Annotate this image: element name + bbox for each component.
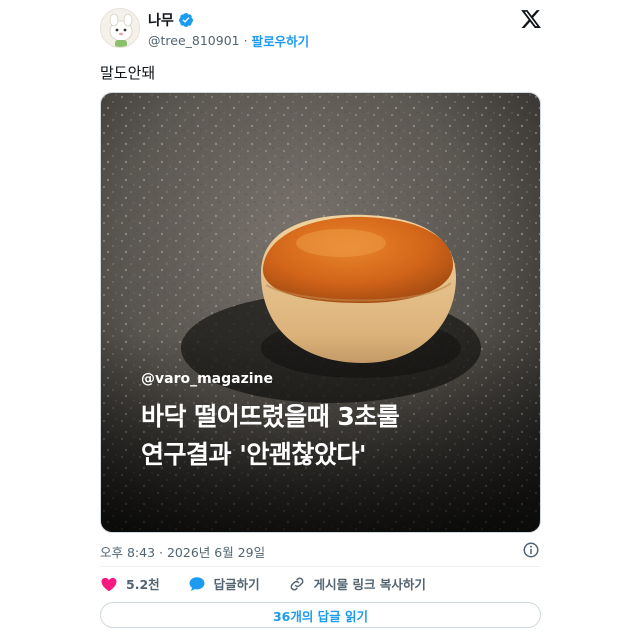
author-handle[interactable]: @tree_810901 <box>148 33 240 48</box>
action-bar: 5.2천 답글하기 게시물 링크 복사하기 <box>100 574 454 593</box>
overlay-headline-line-2: 연구결과 '안괜찮았다' <box>141 440 367 469</box>
tweet-timestamp[interactable]: 오후 8:43 · 2026년 6월 29일 <box>100 542 265 561</box>
link-icon <box>290 577 304 590</box>
overlay-headline: 바닥 떨어뜨렸을때 3초룰 연구결과 '안괜찮았다' <box>141 398 400 474</box>
like-button[interactable]: 5.2천 <box>100 574 160 593</box>
overlay-headline-line-1: 바닥 떨어뜨렸을때 3초룰 <box>141 402 400 431</box>
verified-badge-icon <box>178 13 193 27</box>
speech-bubble-icon <box>189 576 205 591</box>
copy-link-action[interactable]: 게시물 링크 복사하기 <box>288 574 426 593</box>
heart-icon <box>101 577 117 591</box>
separator-dot: · <box>243 33 248 48</box>
tweet-embed-card: 나무 @tree_810901 · 팔로우하기 말도안돼 @varo_magaz… <box>0 0 640 640</box>
x-logo-icon[interactable] <box>520 8 542 30</box>
reply-action[interactable]: 답글하기 <box>188 574 260 593</box>
tweet-media-image[interactable]: @varo_magazine 바닥 떨어뜨렸을때 3초룰 연구결과 '안괜찮았다… <box>100 92 541 533</box>
follow-button[interactable]: 팔로우하기 <box>252 31 310 50</box>
author-name-row: 나무 <box>148 10 194 30</box>
divider <box>100 566 541 567</box>
author-handle-row: @tree_810901 · 팔로우하기 <box>148 31 309 50</box>
tweet-text: 말도안돼 <box>100 64 156 82</box>
avatar-image <box>101 9 139 47</box>
copy-link-label: 게시물 링크 복사하기 <box>313 577 426 592</box>
author-display-name[interactable]: 나무 <box>148 10 174 30</box>
read-replies-button[interactable]: 36개의 답글 읽기 <box>100 602 541 628</box>
avatar[interactable] <box>100 8 140 48</box>
like-count: 5.2천 <box>126 577 160 592</box>
info-icon[interactable] <box>522 541 540 559</box>
reply-label: 답글하기 <box>213 577 260 592</box>
overlay-source-handle: @varo_magazine <box>141 371 274 387</box>
